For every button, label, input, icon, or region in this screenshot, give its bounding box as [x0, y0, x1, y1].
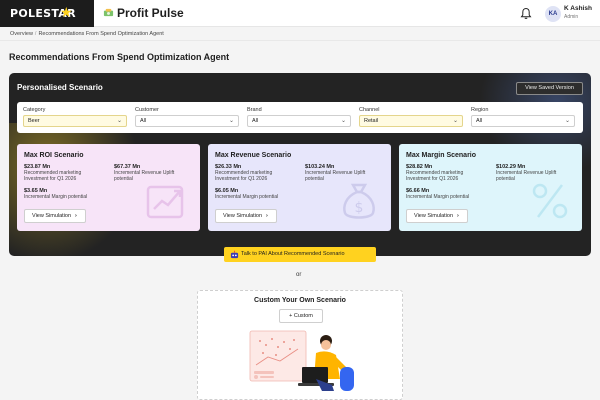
or-separator: or: [296, 272, 302, 278]
card-title: Max Revenue Scenario: [215, 152, 292, 159]
filter-region: Region All ⌄: [471, 107, 575, 127]
page-title: Recommendations From Spend Optimization …: [9, 52, 230, 62]
investment-label: Recommended marketing Investment for Q1 …: [406, 170, 464, 183]
select-value: All: [476, 118, 483, 124]
max-margin-scenario-card: Max Margin Scenario $28.82 Mn Recommende…: [399, 144, 582, 231]
user-name: K Ashish: [564, 5, 592, 12]
view-saved-version-button[interactable]: View Saved Version: [516, 82, 583, 95]
top-bar: POLESTAR ★ Profit Pulse KA K Ashish Admi…: [0, 0, 600, 27]
select-value: All: [140, 118, 147, 124]
button-label: View Simulation: [414, 213, 454, 219]
bell-icon[interactable]: [520, 7, 532, 20]
investment-metric: $23.87 Mn Recommended marketing Investme…: [24, 164, 104, 183]
filter-label: Brand: [247, 107, 262, 113]
max-revenue-scenario-card: $ Max Revenue Scenario $26.33 Mn Recomme…: [208, 144, 391, 231]
uplift-label: Incremental Revenue Uplift potential: [114, 170, 175, 183]
investment-metric: $28.82 Mn Recommended marketing Investme…: [406, 164, 486, 183]
category-select[interactable]: Beer ⌄: [23, 115, 127, 127]
panel-title: Personalised Scenario: [17, 83, 103, 92]
filter-label: Channel: [359, 107, 380, 113]
chevron-down-icon: ⌄: [452, 118, 458, 124]
uplift-label: Incremental Revenue Uplift potential: [496, 170, 557, 183]
view-simulation-button[interactable]: View Simulation ›: [406, 209, 468, 223]
view-simulation-button[interactable]: View Simulation ›: [24, 209, 86, 223]
person-laptop-illustration: [249, 330, 354, 391]
select-value: Beer: [28, 118, 40, 124]
investment-metric: $26.33 Mn Recommended marketing Investme…: [215, 164, 295, 183]
margin-metric: $6.66 Mn Incremental Margin potential: [406, 188, 496, 200]
custom-button[interactable]: + Custom: [279, 309, 323, 323]
uplift-metric: $102.29 Mn Incremental Revenue Uplift po…: [496, 164, 576, 183]
chevron-down-icon: ⌄: [228, 118, 234, 124]
percent-icon: [532, 183, 568, 219]
filter-label: Region: [471, 107, 489, 113]
divider: [0, 40, 600, 41]
filter-brand: Brand All ⌄: [247, 107, 351, 127]
talk-to-pai-button[interactable]: Talk to PAI About Recommended Scenario: [224, 247, 376, 262]
star-icon: ★: [60, 4, 73, 20]
brand-select[interactable]: All ⌄: [247, 115, 351, 127]
breadcrumb-current: Recommendations From Spend Optimization …: [38, 31, 164, 37]
cta-label: Talk to PAI About Recommended Scenario: [241, 251, 345, 257]
chevron-right-icon: ›: [457, 213, 459, 219]
robot-icon: [230, 250, 239, 259]
filter-channel: Channel Retail ⌄: [359, 107, 463, 127]
uplift-metric: $103.24 Mn Incremental Revenue Uplift po…: [305, 164, 385, 183]
margin-metric: $3.65 Mn Incremental Margin potential: [24, 188, 114, 200]
max-roi-scenario-card: Max ROI Scenario $23.87 Mn Recommended m…: [17, 144, 200, 231]
chevron-down-icon: ⌄: [340, 118, 346, 124]
svg-text:$: $: [355, 200, 364, 216]
chevron-down-icon: ⌄: [116, 118, 122, 124]
margin-metric: $6.05 Mn Incremental Margin potential: [215, 188, 305, 200]
margin-label: Incremental Margin potential: [406, 194, 470, 200]
user-role: Admin: [564, 14, 579, 20]
investment-label: Recommended marketing Investment for Q1 …: [215, 170, 273, 183]
select-value: Retail: [364, 118, 379, 124]
button-label: View Simulation: [223, 213, 263, 219]
margin-label: Incremental Margin potential: [215, 194, 279, 200]
select-value: All: [252, 118, 259, 124]
money-bag-icon: $: [343, 183, 375, 219]
customer-select[interactable]: All ⌄: [135, 115, 239, 127]
chevron-down-icon: ⌄: [564, 118, 570, 124]
view-simulation-button[interactable]: View Simulation ›: [215, 209, 277, 223]
margin-label: Incremental Margin potential: [24, 194, 88, 200]
money-icon: [103, 8, 114, 17]
personalised-scenario-panel: Personalised Scenario View Saved Version…: [9, 73, 591, 256]
breadcrumb-overview[interactable]: Overview: [10, 31, 33, 37]
breadcrumb-separator: /: [34, 31, 37, 37]
button-label: View Simulation: [32, 213, 72, 219]
product-name: Profit Pulse: [117, 6, 184, 20]
investment-label: Recommended marketing Investment for Q1 …: [24, 170, 82, 183]
custom-scenario-card: Custom Your Own Scenario + Custom: [197, 290, 403, 400]
filter-bar: Category Beer ⌄ Customer All ⌄ Brand All ⌄ …: [17, 102, 583, 133]
chevron-right-icon: ›: [266, 213, 268, 219]
filter-category: Category Beer ⌄: [23, 107, 127, 127]
uplift-metric: $67.37 Mn Incremental Revenue Uplift pot…: [114, 164, 194, 183]
chevron-right-icon: ›: [75, 213, 77, 219]
region-select[interactable]: All ⌄: [471, 115, 575, 127]
filter-customer: Customer All ⌄: [135, 107, 239, 127]
filter-label: Customer: [135, 107, 159, 113]
channel-select[interactable]: Retail ⌄: [359, 115, 463, 127]
brand-logo[interactable]: POLESTAR ★: [0, 0, 94, 27]
breadcrumb: Overview / Recommendations From Spend Opti…: [10, 31, 164, 37]
avatar[interactable]: KA: [545, 6, 561, 22]
custom-title: Custom Your Own Scenario: [254, 297, 346, 304]
trend-up-icon: [146, 185, 184, 219]
card-title: Max ROI Scenario: [24, 152, 84, 159]
card-title: Max Margin Scenario: [406, 152, 477, 159]
filter-label: Category: [23, 107, 46, 113]
uplift-label: Incremental Revenue Uplift potential: [305, 170, 366, 183]
